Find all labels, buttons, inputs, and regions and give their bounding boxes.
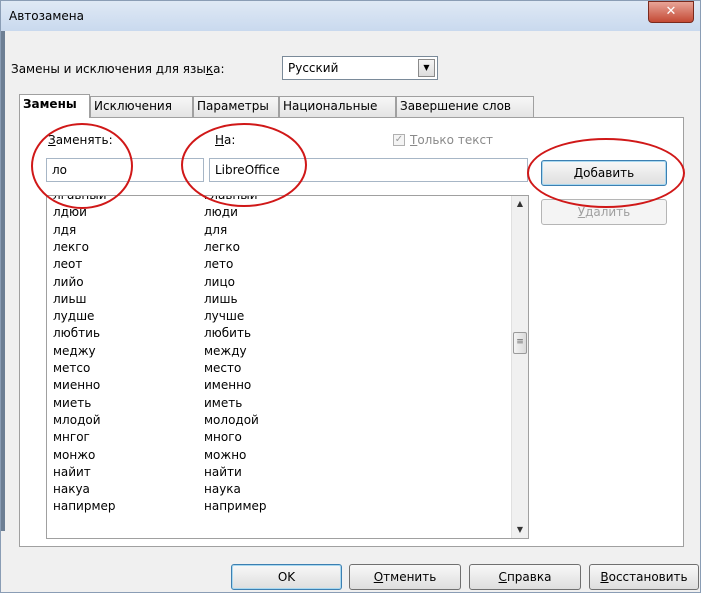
list-item[interactable]: лийо лицо (47, 275, 512, 292)
title-bar: Автозамена ✕ (1, 1, 700, 31)
list-item-from: лекго (53, 239, 89, 254)
list-item[interactable]: мнгог много (47, 430, 512, 447)
with-input[interactable]: LibreOffice (209, 158, 528, 182)
list-item-to: найти (204, 464, 242, 479)
list-item[interactable]: накуа наука (47, 482, 512, 499)
tab-replacements[interactable]: Замены (19, 94, 90, 118)
list-item[interactable]: леот лето (47, 257, 512, 274)
tab-exceptions[interactable]: Исключения (90, 96, 193, 117)
language-selected-value: Русский (288, 61, 339, 75)
list-item-to: место (204, 361, 242, 375)
tab-localized[interactable]: Национальные (279, 96, 396, 117)
list-item-to: любить (204, 326, 252, 341)
close-icon[interactable]: ✕ (648, 1, 694, 23)
ok-button[interactable]: OK (231, 564, 342, 590)
scroll-up-icon[interactable]: ▲ (512, 196, 528, 212)
list-item-to: наука (204, 482, 241, 497)
list-item[interactable]: напирмер например (47, 499, 512, 516)
replace-label: Заменять: (48, 133, 113, 147)
list-item-to: молодой (204, 412, 259, 427)
reset-button[interactable]: Восстановить (589, 564, 699, 590)
list-item-to: легко (204, 239, 240, 254)
list-item[interactable]: лгавный главный (47, 195, 512, 205)
list-item-from: напирмер (53, 499, 116, 514)
cancel-button[interactable]: Отменить (349, 564, 461, 590)
list-item-to: именно (204, 378, 252, 393)
list-item-to: иметь (204, 395, 243, 410)
help-button[interactable]: Справка (469, 564, 581, 590)
window-edge (1, 31, 5, 531)
list-item-to: лицо (204, 274, 235, 289)
list-item[interactable]: метсо место (47, 361, 512, 378)
list-item[interactable]: лудше лучше (47, 309, 512, 326)
list-item[interactable]: монжо можно (47, 448, 512, 465)
list-item-from: лийо (53, 274, 84, 289)
list-item-to: главный (204, 195, 258, 202)
list-item[interactable]: лиьш лишь (47, 292, 512, 309)
list-item-to: например (204, 499, 267, 514)
window-title: Автозамена (9, 9, 84, 23)
list-item-to: можно (204, 447, 247, 462)
list-item-from: любтиь (53, 326, 101, 341)
list-item-from: лгавный (53, 195, 107, 202)
list-item[interactable]: лекго легко (47, 240, 512, 257)
list-item-from: меджу (53, 343, 96, 358)
scroll-down-icon[interactable]: ▼ (512, 522, 528, 538)
list-item[interactable]: меджу между (47, 344, 512, 361)
delete-button[interactable]: Удалить (541, 199, 667, 225)
list-item[interactable]: миенно именно (47, 378, 512, 395)
list-item-from: лдюи (53, 205, 87, 220)
list-item-from: метсо (53, 361, 91, 375)
list-item-to: много (204, 430, 242, 445)
list-item-from: миеть (53, 395, 92, 410)
list-item[interactable]: млодой молодой (47, 413, 512, 430)
autocorrect-dialog: Автозамена ✕ Замены и исключения для язы… (0, 0, 701, 593)
chevron-down-icon[interactable]: ▼ (418, 59, 435, 77)
list-item-from: монжо (53, 447, 96, 462)
list-item-from: лиьш (53, 291, 87, 306)
replacement-list[interactable]: лгавный главный лдюи люди лдя для лекго легко ле… (46, 195, 529, 539)
list-item[interactable]: миеть иметь (47, 396, 512, 413)
list-item[interactable]: лдя для (47, 223, 512, 240)
language-select[interactable]: Русский ▼ (282, 56, 438, 80)
scroll-thumb[interactable]: ≡ (513, 332, 527, 354)
list-item-from: мнгог (53, 430, 90, 445)
list-scrollbar[interactable]: ▲ ≡ ▼ (511, 196, 528, 538)
language-label: Замены и исключения для языка: (11, 62, 225, 76)
list-item[interactable]: найит найти (47, 465, 512, 482)
tab-word-completion[interactable]: Завершение слов (396, 96, 534, 117)
list-item-from: лдя (53, 222, 77, 237)
list-item[interactable]: любтиь любить (47, 326, 512, 343)
replace-input[interactable]: ло (46, 158, 204, 182)
list-item-from: лудше (53, 309, 95, 324)
list-item-to: лишь (204, 291, 238, 306)
list-item-from: леот (53, 257, 83, 272)
list-item-from: миенно (53, 378, 101, 393)
list-item-to: люди (204, 205, 238, 220)
text-only-label: Только текст (410, 133, 494, 147)
list-item-from: найит (53, 464, 91, 479)
tab-options[interactable]: Параметры (193, 96, 279, 117)
list-item-to: лучше (204, 309, 245, 324)
list-item-to: для (204, 222, 228, 237)
list-item[interactable]: лдюи люди (47, 205, 512, 222)
list-item-from: накуа (53, 482, 90, 497)
text-only-checkbox[interactable]: ✓ (393, 134, 405, 146)
with-label: На: (215, 133, 236, 147)
list-item-to: между (204, 343, 247, 358)
list-item-from: млодой (53, 412, 101, 427)
list-item-to: лето (204, 257, 234, 272)
add-button[interactable]: Добавить (541, 160, 667, 186)
